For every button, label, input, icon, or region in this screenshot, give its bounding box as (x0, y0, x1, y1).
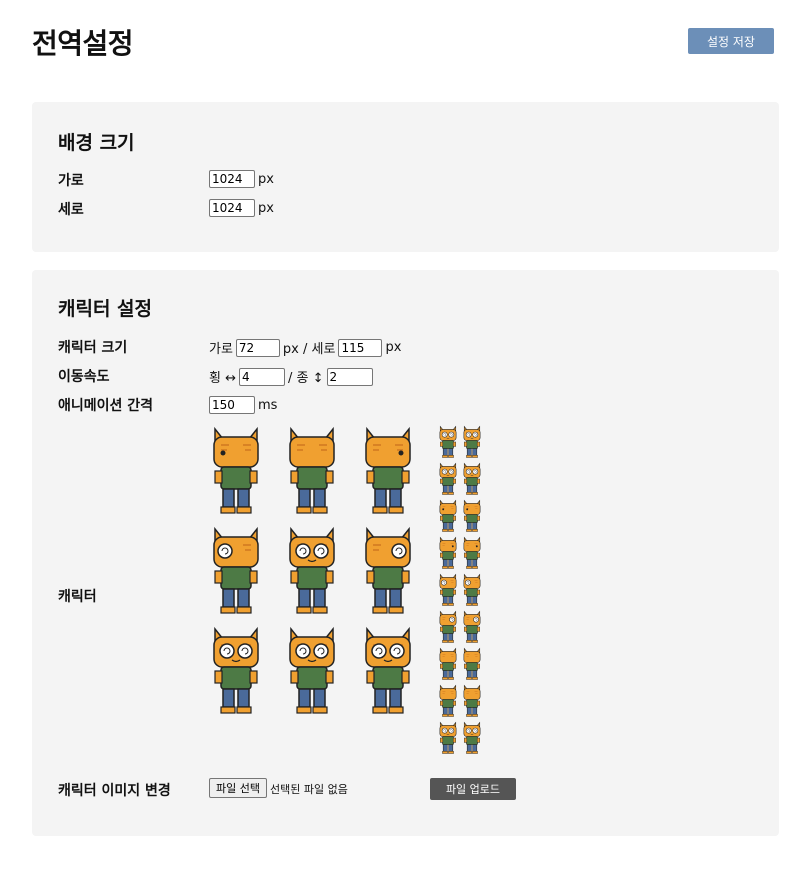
cat-thumbnail-frame (461, 573, 483, 607)
char-height-input[interactable] (338, 338, 383, 357)
character-size-label: 캐릭터 크기 (58, 340, 128, 356)
character-image-change-label: 캐릭터 이미지 변경 (58, 783, 171, 799)
cat-sprite-frame (361, 425, 415, 517)
cat-thumbnail-frame (437, 462, 459, 496)
upload-file-button[interactable]: 파일 업로드 (430, 778, 516, 800)
file-status-text: 선택된 파일 없음 (270, 783, 348, 796)
cat-sprite-frame (285, 425, 339, 517)
animation-interval-input[interactable] (209, 396, 255, 414)
animation-interval-control: ms (209, 396, 277, 414)
animation-interval-label: 애니메이션 간격 (58, 398, 154, 414)
cat-thumbnail-frame (437, 499, 459, 533)
cat-thumbnail-frame (437, 684, 459, 718)
cat-sprite-frame (285, 525, 339, 617)
char-height-unit: px (385, 340, 402, 355)
background-size-title: 배경 크기 (58, 132, 135, 154)
choose-file-button[interactable]: 파일 선택 (209, 778, 267, 798)
cat-thumbnail-frame (437, 573, 459, 607)
cat-thumbnail-frame (461, 536, 483, 570)
bg-width-unit: px (258, 171, 274, 187)
speed-v-prefix: / 종 ↕ (288, 371, 324, 386)
speed-label: 이동속도 (58, 369, 110, 385)
cat-sprite-frame (361, 625, 415, 717)
char-width-unit: px / 세로 (282, 342, 336, 357)
cat-thumbnail-frame (461, 462, 483, 496)
cat-thumbnail-frame (461, 499, 483, 533)
bg-width-control: px (209, 170, 274, 188)
cat-thumbnail-frame (461, 721, 483, 755)
cat-sprite-frame (361, 525, 415, 617)
cat-thumbnail-frame (461, 425, 483, 459)
cat-sprite-frame (209, 425, 263, 517)
cat-sprite-frame (209, 625, 263, 717)
page-title: 전역설정 (32, 27, 134, 60)
character-sprite-label: 캐릭터 (58, 589, 97, 605)
speed-horizontal-input[interactable] (239, 367, 285, 386)
cat-thumbnail-frame (437, 536, 459, 570)
cat-thumbnail-frame (461, 684, 483, 718)
speed-control: 횡 ↔ / 종 ↕ (209, 367, 373, 386)
bg-height-label: 세로 (58, 202, 84, 218)
character-size-control: 가로 px / 세로 px (209, 338, 401, 357)
character-sprite-sheet (209, 425, 429, 740)
animation-interval-unit: ms (258, 397, 278, 413)
save-settings-button[interactable]: 설정 저장 (688, 28, 774, 54)
cat-thumbnail-frame (437, 647, 459, 681)
bg-height-input[interactable] (209, 199, 255, 217)
cat-sprite-frame (285, 625, 339, 717)
bg-height-unit: px (258, 200, 274, 216)
character-settings-card: 캐릭터 설정 캐릭터 크기 가로 px / 세로 px 이동속도 횡 ↔ / 종… (32, 270, 779, 836)
cat-thumbnail-frame (437, 721, 459, 755)
char-width-input[interactable] (235, 338, 280, 357)
char-width-prefix: 가로 (209, 342, 233, 357)
speed-h-prefix: 횡 ↔ (209, 371, 236, 386)
bg-width-input[interactable] (209, 170, 255, 188)
cat-thumbnail-frame (461, 610, 483, 644)
character-settings-title: 캐릭터 설정 (58, 298, 153, 320)
cat-thumbnail-frame (461, 647, 483, 681)
bg-height-control: px (209, 199, 274, 217)
background-size-card: 배경 크기 가로 px 세로 px (32, 102, 779, 252)
cat-sprite-frame (209, 525, 263, 617)
cat-thumbnail-frame (437, 425, 459, 459)
speed-vertical-input[interactable] (326, 367, 373, 386)
cat-thumbnail-frame (437, 610, 459, 644)
bg-width-label: 가로 (58, 173, 84, 189)
character-sprite-thumbnails (437, 425, 487, 765)
